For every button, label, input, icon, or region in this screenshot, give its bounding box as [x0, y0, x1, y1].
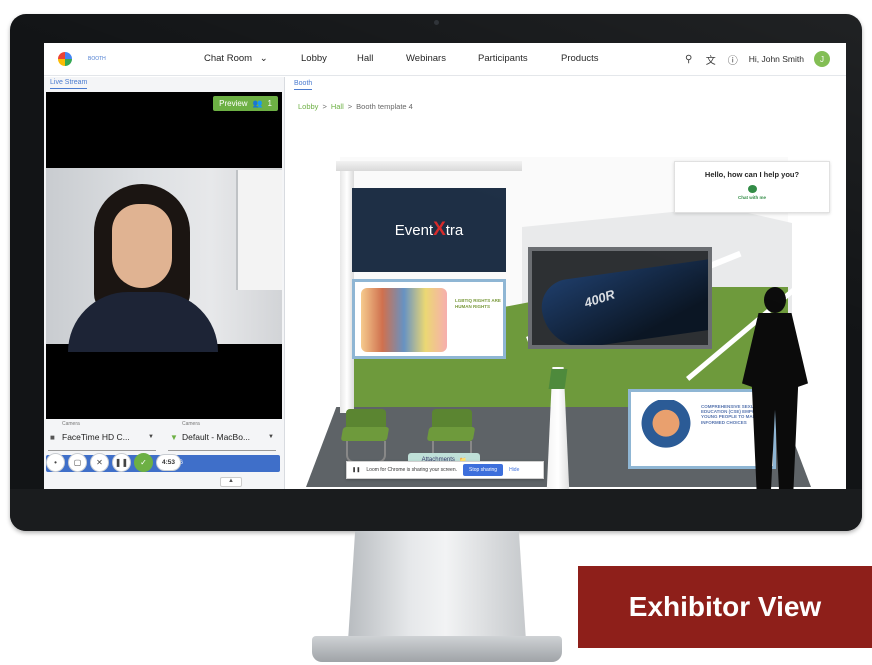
preview-button[interactable]: Preview 👥 1	[213, 96, 278, 111]
chair-leg	[346, 441, 386, 463]
microphone-select-label: Camera	[182, 421, 200, 427]
breadcrumb-lobby[interactable]: Lobby	[298, 102, 318, 111]
people-icon: 👥	[252, 99, 263, 108]
poster-illustration	[361, 288, 447, 352]
help-icon[interactable]: ⓘ	[727, 53, 739, 67]
breadcrumb-current: Booth template 4	[356, 102, 413, 111]
breadcrumb: Lobby > Hall > Booth template 4	[298, 102, 413, 111]
dropdown-caret-icon: ▼	[148, 434, 154, 440]
nav-right-group: ⚲ 文 ⓘ Hi, John Smith J	[683, 51, 830, 67]
share-message: Loom for Chrome is sharing your screen.	[366, 467, 457, 473]
share-pause-icon: ❚❚	[352, 467, 361, 473]
poster-right-illustration	[639, 400, 693, 458]
preview-label: Preview	[219, 99, 248, 108]
poster-left[interactable]: LGBTIQ RIGHTS ARE HUMAN RIGHTS	[352, 279, 506, 359]
dropdown-caret-icon: ▼	[268, 434, 274, 440]
booth-panel: Booth Lobby > Hall > Booth template 4 Ev…	[286, 77, 846, 489]
app-screen: BOOTH Chat Room ⌄ Lobby Hall Webinars Pa…	[44, 43, 846, 489]
chevron-up-icon[interactable]: ▲	[220, 477, 242, 487]
nav-webinars[interactable]: Webinars	[406, 53, 446, 64]
camera-select[interactable]: ■ Camera FaceTime HD C... ▼	[48, 421, 156, 451]
app-logo-icon[interactable]	[58, 52, 72, 66]
monitor-stand	[348, 531, 526, 641]
brand-logo-board[interactable]: Event Xtra	[352, 188, 506, 272]
chat-with-me-link[interactable]: Chat with me	[675, 195, 829, 200]
microphone-select-value: Default - MacBo...	[182, 432, 251, 442]
poster-left-text: LGBTIQ RIGHTS ARE HUMAN RIGHTS	[455, 298, 501, 309]
silhouette-head	[764, 287, 786, 313]
nav-products[interactable]: Products	[561, 53, 599, 64]
top-navigation: BOOTH Chat Room ⌄ Lobby Hall Webinars Pa…	[44, 43, 846, 76]
pause-icon[interactable]: ❚❚	[112, 452, 131, 472]
brand-logo-text-end: tra	[445, 221, 464, 239]
exhibitor-view-caption: Exhibitor View	[578, 566, 872, 648]
camera-icon: ■	[50, 433, 55, 442]
cancel-icon[interactable]: ✕	[90, 452, 109, 472]
nav-chat-room[interactable]: Chat Room ⌄	[204, 53, 268, 64]
presenter-face	[112, 204, 172, 288]
stop-sharing-button[interactable]: Stop sharing	[462, 464, 504, 476]
monitor-chin	[10, 489, 862, 531]
webcam-dot	[434, 20, 439, 25]
monitor-base	[312, 636, 562, 662]
recording-timer: 4:53	[156, 453, 182, 471]
device-selectors: ■ Camera FaceTime HD C... ▼ ▼ Camera Def…	[48, 421, 280, 455]
nav-participants[interactable]: Participants	[478, 53, 528, 64]
tab-booth[interactable]: Booth	[294, 80, 313, 90]
live-stream-panel: Live Stream Preview 👥 1 ■ Camera FaceTim…	[44, 77, 285, 489]
chevron-down-icon: ⌄	[259, 53, 268, 64]
hide-link[interactable]: Hide	[509, 467, 519, 473]
chat-widget[interactable]: Hello, how can I help you? Chat with me	[674, 161, 830, 213]
microphone-icon: ▼	[170, 433, 178, 442]
tv-product-image	[538, 255, 708, 345]
microphone-select[interactable]: ▼ Camera Default - MacBo... ▼	[168, 421, 276, 451]
recording-dot-icon[interactable]: •	[46, 452, 65, 472]
app-name: BOOTH	[88, 56, 106, 62]
check-icon[interactable]: ✓	[134, 452, 153, 472]
translate-icon[interactable]: 文	[705, 53, 717, 67]
brand-logo-x: X	[433, 219, 446, 240]
booth-roof	[336, 161, 522, 171]
avatar[interactable]: J	[814, 51, 830, 67]
camera-toggle-icon[interactable]: ▢	[68, 452, 87, 472]
chat-bubble-icon	[747, 185, 757, 193]
nav-lobby[interactable]: Lobby	[301, 53, 327, 64]
video-feed: Preview 👥 1	[46, 92, 282, 419]
breadcrumb-hall[interactable]: Hall	[331, 102, 344, 111]
user-greeting[interactable]: Hi, John Smith	[749, 54, 804, 64]
video-door	[236, 170, 282, 290]
breadcrumb-separator: >	[347, 102, 353, 111]
viewer-count: 1	[267, 99, 272, 108]
nav-hall[interactable]: Hall	[357, 53, 373, 64]
recording-controls: • ▢ ✕ ❚❚ ✓ 4:53	[46, 451, 182, 473]
brand-logo-text: Event	[394, 221, 434, 239]
chat-title: Hello, how can I help you?	[704, 170, 800, 179]
screen-share-bar: ❚❚ Loom for Chrome is sharing your scree…	[346, 461, 544, 479]
search-icon[interactable]: ⚲	[683, 53, 695, 65]
breadcrumb-separator: >	[322, 102, 327, 111]
camera-select-label: Camera	[62, 421, 80, 427]
chair-seat	[426, 427, 476, 441]
kiosk-screen	[548, 369, 568, 389]
camera-select-value: FaceTime HD C...	[62, 432, 130, 442]
nav-chat-room-label: Chat Room	[204, 53, 253, 64]
booth-chair	[340, 409, 392, 463]
tab-live-stream[interactable]: Live Stream	[50, 79, 88, 89]
booth-video-screen[interactable]: 400R	[528, 247, 712, 349]
chair-seat	[340, 427, 390, 441]
